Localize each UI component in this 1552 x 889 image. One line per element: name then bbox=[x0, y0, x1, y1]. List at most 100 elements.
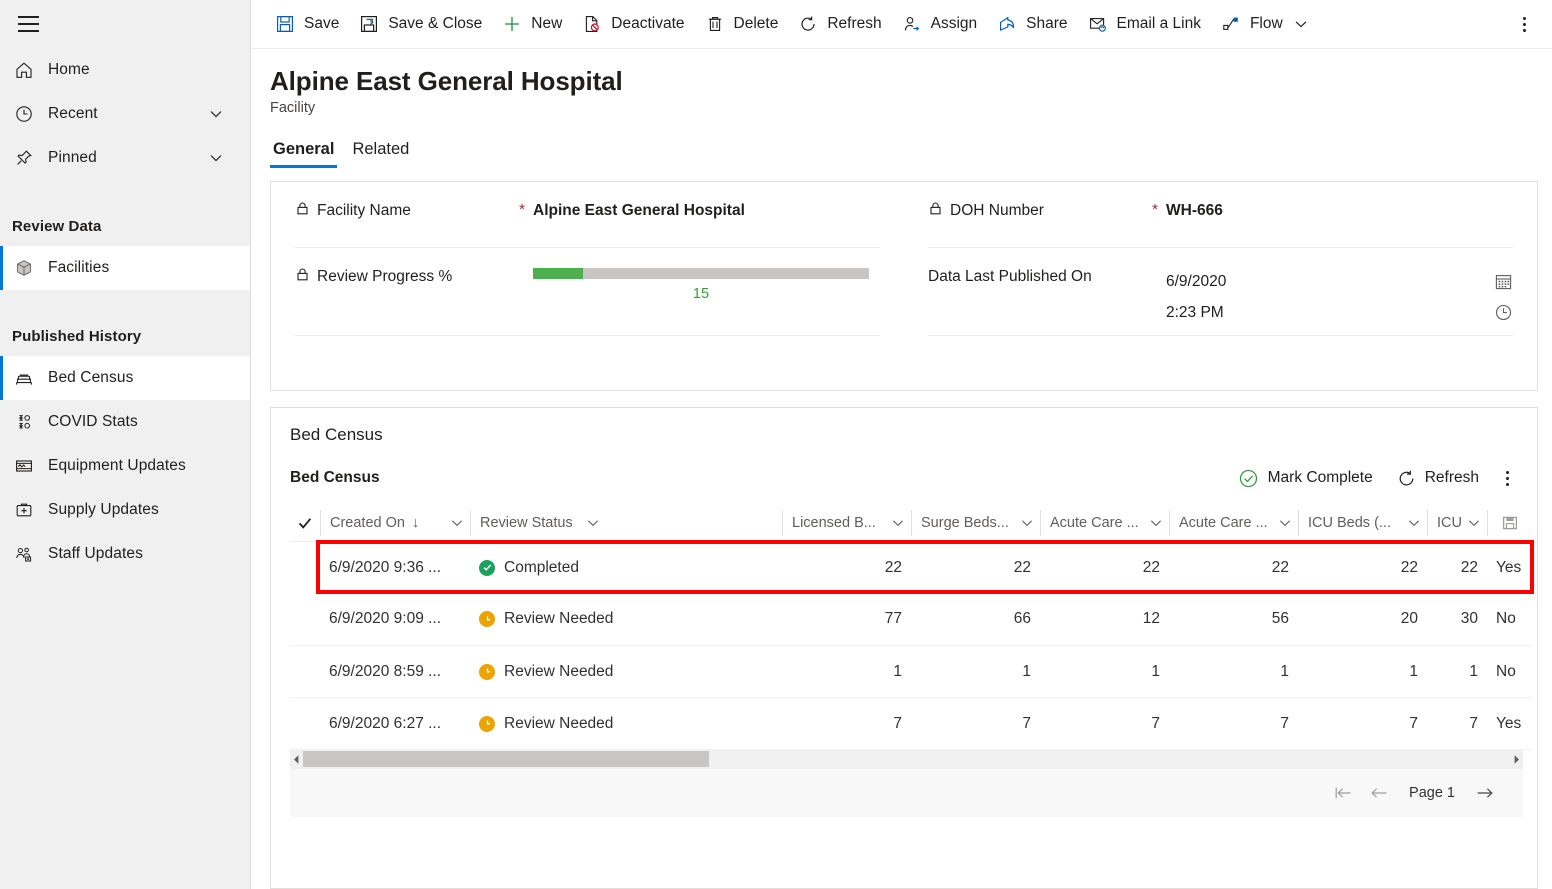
facility-name-value[interactable]: Alpine East General Hospital bbox=[533, 200, 880, 221]
clock-icon[interactable] bbox=[1494, 303, 1513, 322]
refresh-button[interactable]: Refresh bbox=[788, 4, 891, 44]
table-row[interactable]: 6/9/2020 6:27 ... Review Needed 7 bbox=[290, 698, 1532, 750]
column-header-acute-care-1[interactable]: Acute Care ... bbox=[1040, 505, 1169, 542]
page-prev-icon[interactable] bbox=[1361, 775, 1397, 811]
more-vertical-icon[interactable] bbox=[1504, 4, 1544, 44]
scroll-left-icon[interactable] bbox=[290, 750, 303, 769]
column-header-icu-beds-2[interactable]: ICU Beds (... bbox=[1427, 505, 1487, 542]
table-row[interactable]: 6/9/2020 8:59 ... Review Needed 1 bbox=[290, 646, 1532, 698]
published-date-value[interactable]: 6/9/2020 bbox=[1166, 273, 1226, 291]
cell-icu-beds-2: 1 bbox=[1427, 646, 1487, 698]
sidebar-item-bed-census[interactable]: Bed Census bbox=[0, 356, 250, 400]
save-button[interactable]: Save bbox=[265, 4, 349, 44]
subgrid-refresh-button[interactable]: Refresh bbox=[1385, 461, 1491, 495]
calendar-icon[interactable] bbox=[1494, 272, 1513, 291]
select-all-column-header[interactable] bbox=[290, 505, 320, 542]
command-bar: Save Save & Close New Deactivate bbox=[251, 0, 1552, 49]
surge-beds-header-inner[interactable]: Surge Beds... bbox=[911, 510, 1040, 536]
chevron-down-icon[interactable] bbox=[1014, 516, 1034, 530]
tab-general[interactable]: General bbox=[270, 136, 337, 168]
scrollbar-thumb[interactable] bbox=[303, 751, 709, 767]
icu-beds-1-header-inner[interactable]: ICU Beds (... bbox=[1298, 510, 1427, 536]
cell-icu-beds-1: 22 bbox=[1298, 542, 1427, 594]
progress-fill bbox=[533, 268, 583, 279]
sidebar-item-facilities[interactable]: Facilities bbox=[0, 246, 250, 290]
chevron-down-icon[interactable] bbox=[1461, 516, 1481, 530]
sidebar-item-home[interactable]: Home bbox=[0, 48, 250, 92]
row-select-cell[interactable] bbox=[290, 594, 320, 646]
horizontal-scrollbar[interactable] bbox=[290, 750, 1523, 769]
mark-complete-label: Mark Complete bbox=[1268, 469, 1373, 487]
created-on-header-inner[interactable]: Created On ↓ bbox=[320, 510, 470, 536]
page-next-icon[interactable] bbox=[1467, 775, 1503, 811]
scroll-right-icon[interactable] bbox=[1510, 750, 1523, 769]
share-button[interactable]: Share bbox=[987, 4, 1077, 44]
column-header-icu-beds-1[interactable]: ICU Beds (... bbox=[1298, 505, 1427, 542]
status-badge: Review Needed bbox=[479, 663, 773, 681]
table-row[interactable]: 6/9/2020 9:36 ... Completed 22 bbox=[290, 542, 1532, 594]
doh-number-value[interactable]: WH-666 bbox=[1166, 200, 1513, 221]
row-select-cell[interactable] bbox=[290, 542, 320, 594]
review-status-header-inner[interactable]: Review Status bbox=[470, 510, 666, 536]
acute-care-1-header-inner[interactable]: Acute Care ... bbox=[1040, 510, 1169, 536]
chevron-down-icon[interactable] bbox=[1401, 516, 1421, 530]
table-row[interactable]: 6/9/2020 9:09 ... Review Needed 77 bbox=[290, 594, 1532, 646]
sidebar-item-equipment-updates[interactable]: Equipment Updates bbox=[0, 444, 250, 488]
new-button[interactable]: New bbox=[492, 4, 572, 44]
chevron-down-icon[interactable] bbox=[208, 150, 238, 166]
save-icon[interactable] bbox=[1487, 510, 1532, 536]
row-select-cell[interactable] bbox=[290, 646, 320, 698]
icu-beds-2-header-inner[interactable]: ICU Beds (... bbox=[1427, 510, 1487, 536]
chevron-down-icon[interactable] bbox=[1272, 516, 1292, 530]
general-form-section: Facility Name * Alpine East General Hosp… bbox=[270, 181, 1538, 391]
chevron-down-icon[interactable] bbox=[580, 516, 600, 530]
cell-review-status: Completed bbox=[470, 542, 782, 594]
column-header-acute-care-2[interactable]: Acute Care ... bbox=[1169, 505, 1298, 542]
assign-button[interactable]: Assign bbox=[892, 4, 988, 44]
sidebar-item-pinned[interactable]: Pinned bbox=[0, 136, 250, 180]
save-close-icon bbox=[359, 14, 379, 34]
cell-flag: No bbox=[1487, 646, 1532, 698]
published-time-value[interactable]: 2:23 PM bbox=[1166, 304, 1224, 322]
chevron-down-icon[interactable] bbox=[1293, 16, 1309, 32]
checkmark-icon[interactable] bbox=[290, 510, 320, 536]
subgrid-name: Bed Census bbox=[290, 469, 380, 487]
save-and-close-button[interactable]: Save & Close bbox=[349, 4, 492, 44]
page-first-icon[interactable] bbox=[1325, 775, 1361, 811]
scrollbar-track[interactable] bbox=[303, 750, 1510, 769]
chevron-down-icon[interactable] bbox=[444, 516, 464, 530]
hamburger-icon[interactable] bbox=[4, 0, 52, 48]
column-header-review-status[interactable]: Review Status bbox=[470, 505, 666, 542]
more-vertical-icon[interactable] bbox=[1491, 462, 1523, 494]
chevron-down-icon[interactable] bbox=[208, 106, 238, 122]
delete-button[interactable]: Delete bbox=[695, 4, 789, 44]
chevron-down-icon[interactable] bbox=[1143, 516, 1163, 530]
column-header-label: Acute Care ... bbox=[1050, 515, 1139, 531]
column-header-save-action[interactable] bbox=[1487, 505, 1532, 542]
licensed-beds-header-inner[interactable]: Licensed B... bbox=[782, 510, 911, 536]
review-progress-control: 15 bbox=[533, 266, 880, 302]
flow-button[interactable]: Flow bbox=[1211, 4, 1319, 44]
save-label: Save bbox=[304, 15, 339, 33]
column-header-created-on[interactable]: Created On ↓ bbox=[320, 505, 470, 542]
email-a-link-button[interactable]: Email a Link bbox=[1078, 4, 1211, 44]
clock-icon bbox=[14, 104, 48, 124]
mark-complete-button[interactable]: Mark Complete bbox=[1226, 461, 1385, 495]
row-select-cell[interactable] bbox=[290, 698, 320, 750]
sidebar-item-recent[interactable]: Recent bbox=[0, 92, 250, 136]
hamburger-bar bbox=[18, 30, 39, 32]
sidebar-item-staff-updates[interactable]: Staff Updates bbox=[0, 532, 250, 576]
acute-care-2-header-inner[interactable]: Acute Care ... bbox=[1169, 510, 1298, 536]
people-icon bbox=[14, 544, 48, 564]
tab-related[interactable]: Related bbox=[349, 136, 412, 168]
doh-number-label-group: DOH Number bbox=[928, 200, 1144, 221]
column-header-surge-beds[interactable]: Surge Beds... bbox=[911, 505, 1040, 542]
chevron-down-icon[interactable] bbox=[885, 516, 905, 530]
column-header-licensed-beds[interactable]: Licensed B... bbox=[782, 505, 911, 542]
lock-icon bbox=[295, 201, 310, 216]
status-label: Completed bbox=[504, 559, 579, 577]
column-header-label: Acute Care ... bbox=[1179, 515, 1268, 531]
deactivate-button[interactable]: Deactivate bbox=[572, 4, 694, 44]
sidebar-item-supply-updates[interactable]: Supply Updates bbox=[0, 488, 250, 532]
sidebar-item-covid-stats[interactable]: COVID Stats bbox=[0, 400, 250, 444]
